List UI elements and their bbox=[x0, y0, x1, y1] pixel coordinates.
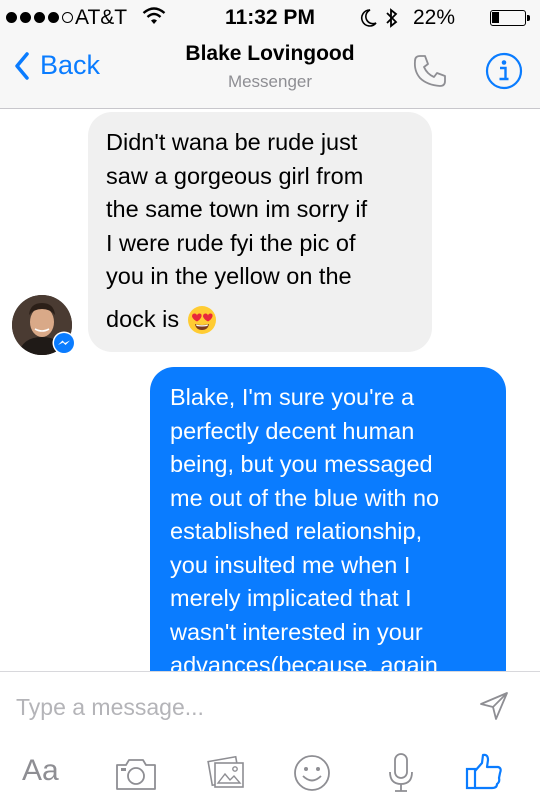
aa-icon[interactable]: Aa bbox=[22, 754, 59, 788]
bluetooth-icon bbox=[386, 8, 398, 28]
message-line: Didn't wana be rude just bbox=[106, 129, 358, 155]
heart-eyes-emoji-icon bbox=[188, 306, 217, 335]
message-line: wasn't interested in your bbox=[170, 618, 423, 645]
conversation-subtitle: Messenger bbox=[227, 72, 313, 91]
message-line: the same town im sorry if bbox=[106, 196, 368, 222]
message-line: being, but you messaged bbox=[170, 451, 433, 477]
do-not-disturb-moon-icon bbox=[361, 9, 377, 27]
message-line: Blake, I'm sure you're a bbox=[170, 384, 415, 410]
message-line: you in the yellow on the bbox=[106, 263, 352, 289]
message-line: saw a gorgeous girl from bbox=[106, 162, 364, 189]
message-line-last: dock is bbox=[106, 303, 414, 337]
clock: 11:32 PM bbox=[225, 6, 315, 29]
battery-tip bbox=[527, 15, 530, 21]
like-thumbs-up-icon[interactable] bbox=[464, 751, 504, 791]
phone-call-icon[interactable] bbox=[412, 53, 448, 89]
message-line: advances(because, again bbox=[170, 652, 438, 671]
message-line: merely implicated that I bbox=[170, 585, 412, 611]
battery-icon bbox=[490, 10, 526, 26]
message-line: you insulted me when I bbox=[170, 551, 411, 578]
battery-percentage: 22% bbox=[413, 6, 456, 29]
message-input[interactable] bbox=[14, 686, 458, 728]
battery-level bbox=[492, 12, 499, 23]
message-line: established relationship, bbox=[170, 518, 423, 544]
emoji-icon[interactable] bbox=[292, 753, 332, 793]
message-thread[interactable]: Didn't wana be rude just saw a gorgeous … bbox=[0, 109, 540, 671]
message-composer: Aa bbox=[0, 671, 540, 811]
send-icon[interactable] bbox=[478, 690, 510, 722]
camera-icon[interactable] bbox=[114, 756, 158, 792]
incoming-message-bubble[interactable]: Didn't wana be rude just saw a gorgeous … bbox=[88, 112, 432, 352]
microphone-icon[interactable] bbox=[386, 751, 416, 795]
contact-name[interactable]: Blake Lovingood bbox=[0, 42, 540, 66]
status-bar: AT&T 11:32 PM 22% bbox=[0, 0, 540, 36]
message-line: me out of the blue with no bbox=[170, 484, 440, 511]
messenger-badge-icon bbox=[52, 331, 76, 355]
outgoing-message-bubble[interactable]: Blake, I'm sure you're a perfectly decen… bbox=[150, 367, 506, 671]
conversation-header: Back Blake Lovingood Messenger bbox=[0, 36, 540, 109]
message-line: I were rude fyi the pic of bbox=[106, 229, 356, 256]
message-line-text: dock is bbox=[106, 305, 180, 332]
message-line: perfectly decent human bbox=[170, 417, 415, 444]
photos-icon[interactable] bbox=[206, 752, 246, 792]
info-icon[interactable] bbox=[485, 52, 523, 90]
